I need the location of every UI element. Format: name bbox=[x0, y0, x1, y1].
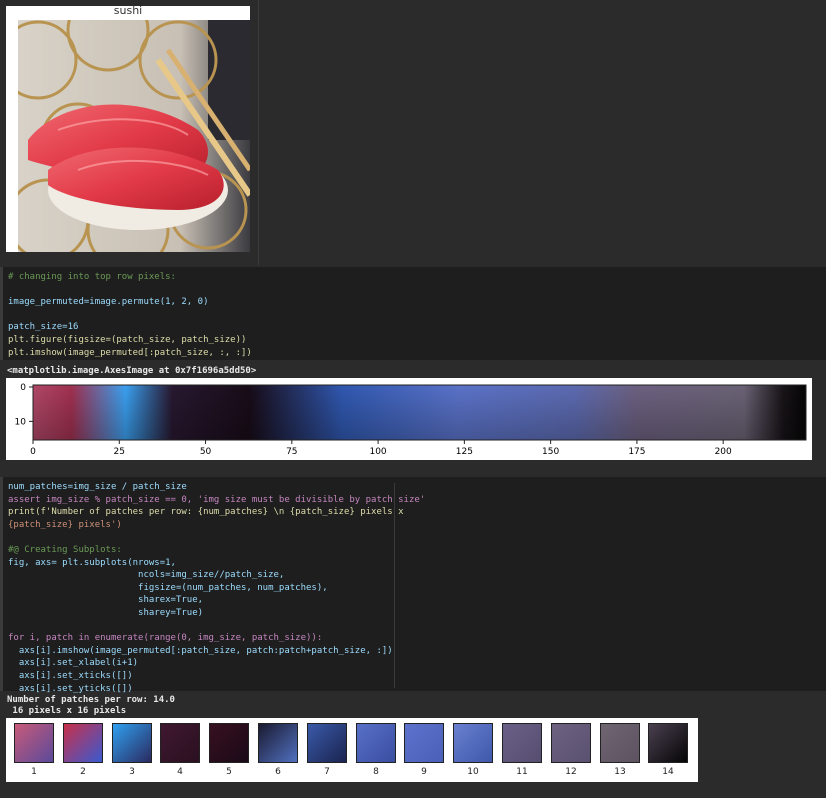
patch-label: 13 bbox=[614, 767, 626, 777]
x-tick-label: 125 bbox=[456, 447, 473, 457]
x-tick-label: 150 bbox=[542, 447, 559, 457]
code-line: axs[i].imshow(image_permuted[:patch_size… bbox=[8, 645, 393, 656]
patch-label: 4 bbox=[177, 767, 183, 777]
code-line: plt.figure(figsize=(patch_size, patch_si… bbox=[8, 334, 247, 345]
patch-tile bbox=[112, 723, 152, 763]
patch-label: 14 bbox=[662, 767, 674, 777]
patch-tile bbox=[551, 723, 591, 763]
patch-label: 6 bbox=[275, 767, 281, 777]
cell-2-output-line-2: 16 pixels x 16 pixels bbox=[7, 706, 127, 716]
patch-label: 5 bbox=[226, 767, 232, 777]
y-tick-label: 10 bbox=[15, 417, 27, 427]
code-line: image_permuted=image.permute(1, 2, 0) bbox=[8, 297, 209, 308]
patch-label: 7 bbox=[324, 767, 330, 777]
patch-label: 2 bbox=[80, 767, 86, 777]
code-line: figsize=(num_patches, num_patches), bbox=[8, 582, 328, 593]
code-line: # changing into top row pixels: bbox=[8, 272, 176, 282]
x-tick-label: 200 bbox=[715, 447, 732, 457]
patch-tile bbox=[14, 723, 54, 763]
patch-label: 9 bbox=[421, 767, 427, 777]
sushi-figure-title: sushi bbox=[113, 4, 143, 17]
patch-tile bbox=[63, 723, 103, 763]
code-line: fig, axs= plt.subplots(nrows=1, bbox=[8, 557, 176, 568]
cell-1-output-repr: <matplotlib.image.AxesImage at 0x7f1696a… bbox=[7, 366, 257, 376]
patch-tile bbox=[356, 723, 396, 763]
code-line: axs[i].set_xticks([]) bbox=[8, 670, 133, 681]
strip-plot-svg: 0 25 50 75 100 125 150 175 200 0 10 bbox=[15, 383, 807, 457]
code-cell-1-source[interactable]: # changing into top row pixels: image_pe… bbox=[8, 271, 252, 359]
cell-gutter bbox=[0, 477, 3, 691]
x-tick-label: 25 bbox=[114, 447, 125, 457]
patch-tile bbox=[209, 723, 249, 763]
strip-plot: 0 25 50 75 100 125 150 175 200 0 10 bbox=[6, 378, 812, 460]
patch-tile bbox=[307, 723, 347, 763]
code-line: assert img_size % patch_size == 0, 'img … bbox=[8, 494, 426, 505]
code-cell-2[interactable]: num_patches=img_size / patch_size assert… bbox=[0, 477, 826, 694]
patch-label: 1 bbox=[31, 767, 37, 777]
x-tick-label: 175 bbox=[628, 447, 645, 457]
code-line: print(f'Number of patches per row: {num_… bbox=[8, 507, 404, 518]
patch-label: 10 bbox=[467, 767, 479, 777]
patches-figure: 1 2 3 4 5 6 7 8 9 10 11 12 13 14 bbox=[6, 718, 698, 782]
sushi-figure: sushi bbox=[6, 4, 250, 252]
patch-tile bbox=[648, 723, 688, 763]
cell-2-output-line-1: Number of patches per row: 14.0 bbox=[7, 695, 175, 705]
code-line: num_patches=img_size / patch_size bbox=[8, 482, 187, 492]
code-line: sharex=True, bbox=[8, 595, 204, 606]
patch-tile bbox=[502, 723, 542, 763]
patch-tile bbox=[453, 723, 493, 763]
patch-label: 3 bbox=[129, 767, 135, 777]
patch-label: 11 bbox=[516, 767, 528, 777]
sushi-output-area: sushi bbox=[0, 0, 826, 265]
x-tick-label: 50 bbox=[200, 447, 212, 457]
code-cell-2-source[interactable]: num_patches=img_size / patch_size assert… bbox=[8, 481, 425, 695]
code-line: axs[i].set_yticks([]) bbox=[8, 683, 133, 694]
code-line: {patch_size} pixels') bbox=[8, 519, 122, 530]
patch-tile bbox=[600, 723, 640, 763]
code-line: patch_size=16 bbox=[8, 322, 79, 333]
code-line: for i, patch in enumerate(range(0, img_s… bbox=[8, 633, 323, 644]
x-tick-label: 75 bbox=[286, 447, 297, 457]
patch-tile bbox=[404, 723, 444, 763]
patch-label: 12 bbox=[565, 767, 577, 777]
sushi-image bbox=[18, 20, 250, 252]
x-tick-label: 100 bbox=[369, 447, 386, 457]
cell-gutter bbox=[0, 267, 3, 360]
y-tick-label: 0 bbox=[20, 383, 26, 393]
patch-label: 8 bbox=[373, 767, 379, 777]
patch-tile bbox=[258, 723, 298, 763]
code-line: plt.imshow(image_permuted[:patch_size, :… bbox=[8, 347, 252, 358]
code-line: #@ Creating Subplots: bbox=[8, 544, 122, 555]
code-line: axs[i].set_xlabel(i+1) bbox=[8, 658, 139, 669]
x-tick-label: 0 bbox=[30, 447, 36, 457]
editor-ruler bbox=[394, 483, 395, 688]
patch-tile bbox=[160, 723, 200, 763]
output-divider bbox=[258, 0, 259, 265]
code-line: ncols=img_size//patch_size, bbox=[8, 570, 285, 581]
code-cell-1[interactable]: # changing into top row pixels: image_pe… bbox=[0, 267, 826, 360]
code-line: sharey=True) bbox=[8, 607, 204, 618]
